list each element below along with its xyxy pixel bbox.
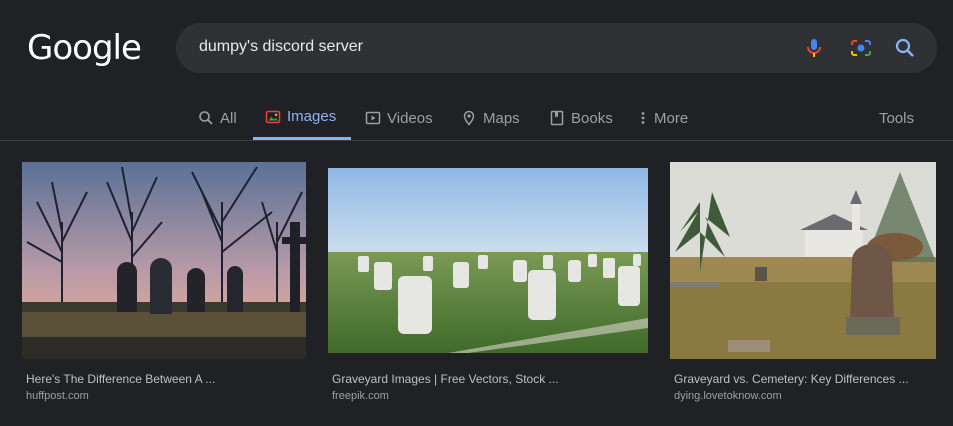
search-box[interactable]: dumpy's discord server <box>176 23 937 73</box>
tab-all[interactable]: All <box>198 96 237 140</box>
book-icon <box>550 110 564 126</box>
search-icon <box>199 111 213 125</box>
tab-maps[interactable]: Maps <box>461 96 520 140</box>
search-tabs: All Images Videos Maps Books More Tools <box>0 96 953 141</box>
tab-videos[interactable]: Videos <box>365 96 433 140</box>
tab-more[interactable]: More <box>638 96 688 140</box>
video-icon <box>365 111 381 125</box>
images-icon <box>265 110 281 123</box>
search-input[interactable]: dumpy's discord server <box>199 38 363 56</box>
result-thumbnail[interactable] <box>670 162 936 359</box>
google-logo[interactable]: Google <box>27 28 142 68</box>
microphone-icon[interactable] <box>802 36 826 60</box>
camera-lens-icon[interactable] <box>849 36 873 60</box>
result-thumbnail[interactable] <box>22 162 306 359</box>
result-title[interactable]: Graveyard Images | Free Vectors, Stock .… <box>332 372 559 386</box>
result-source[interactable]: huffpost.com <box>26 390 89 402</box>
result-title[interactable]: Graveyard vs. Cemetery: Key Differences … <box>674 372 909 386</box>
tools-button[interactable]: Tools <box>879 96 914 140</box>
result-source[interactable]: dying.lovetoknow.com <box>674 390 782 402</box>
result-title[interactable]: Here's The Difference Between A ... <box>26 372 215 386</box>
result-source[interactable]: freepik.com <box>332 390 389 402</box>
search-icon[interactable] <box>893 36 917 60</box>
tab-books[interactable]: Books <box>549 96 613 140</box>
result-thumbnail[interactable] <box>328 168 648 353</box>
more-vertical-icon <box>641 112 645 124</box>
tab-images[interactable]: Images <box>253 96 351 140</box>
map-pin-icon <box>463 110 475 126</box>
